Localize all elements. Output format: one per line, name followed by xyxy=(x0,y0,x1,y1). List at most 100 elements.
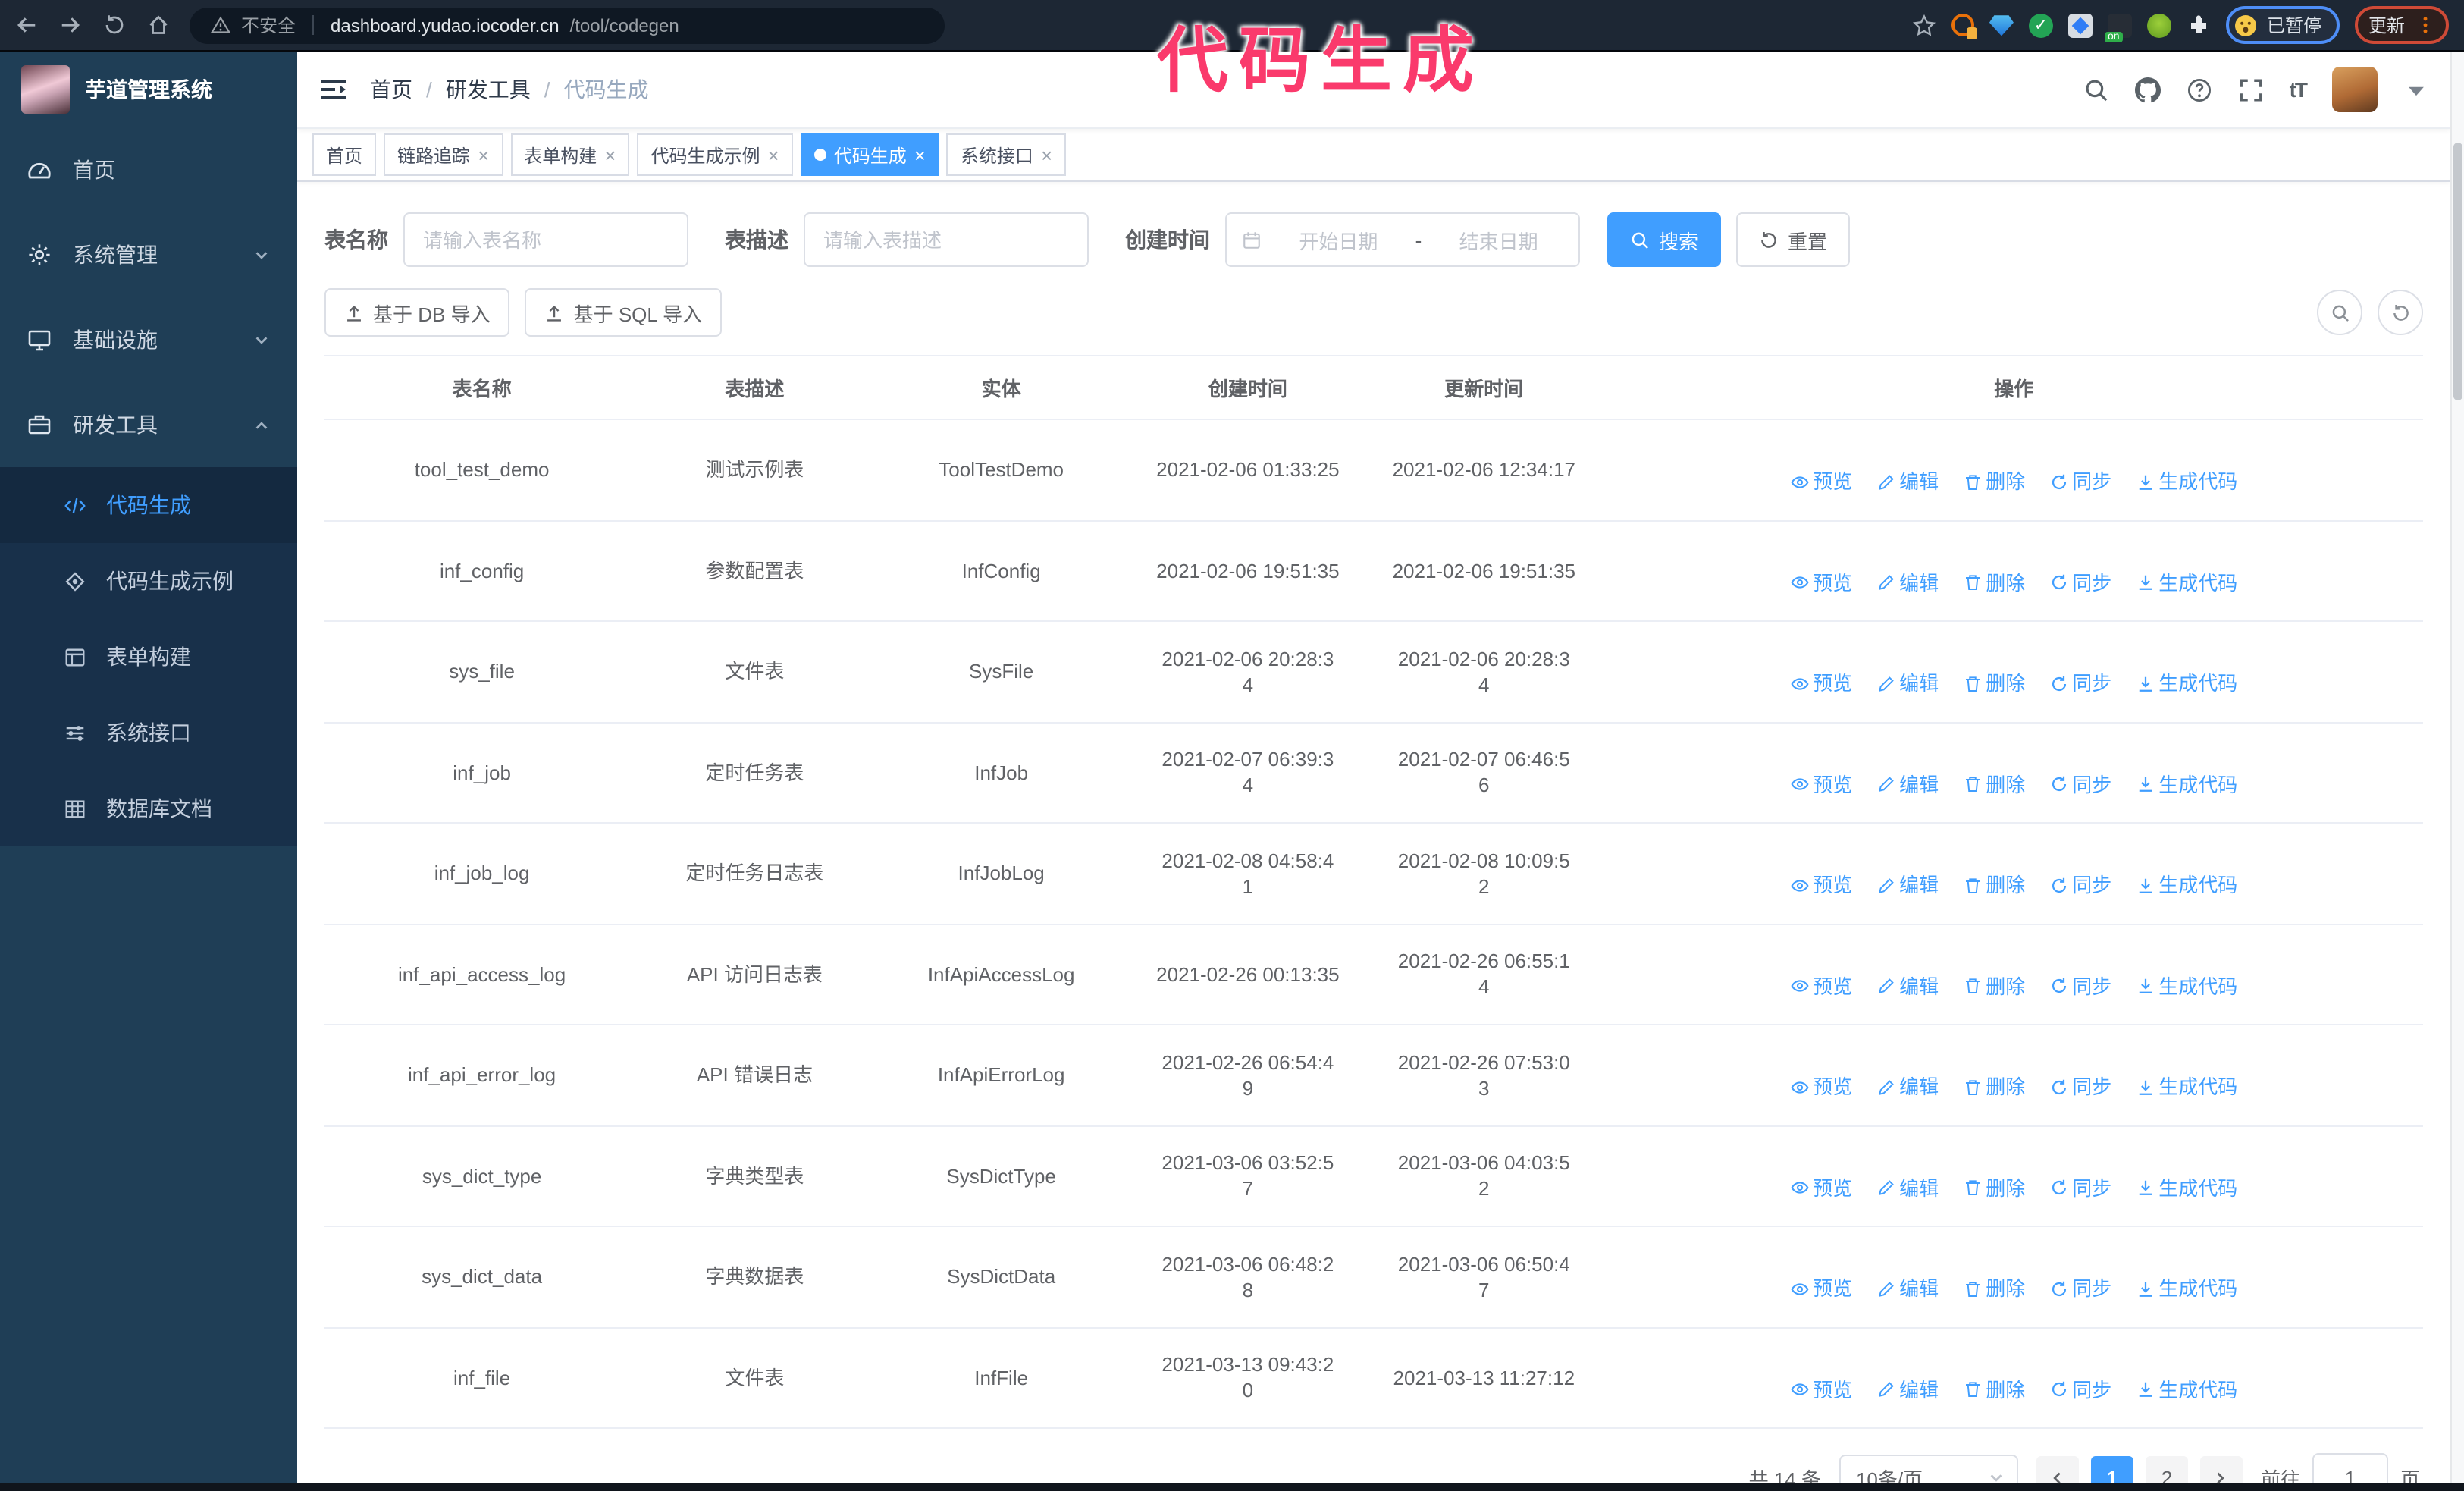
sync-link[interactable]: 同步 xyxy=(2049,570,2111,595)
scrollbar-thumb[interactable] xyxy=(2453,143,2462,400)
help-icon[interactable] xyxy=(2187,77,2212,102)
address-bar[interactable]: 不安全 dashboard.yudao.iocoder.cn/tool/code… xyxy=(190,7,945,43)
generate-code-link[interactable]: 生成代码 xyxy=(2136,1175,2237,1201)
sidebar-item-form-builder[interactable]: 表单构建 xyxy=(0,619,297,695)
sidebar-item-system-management[interactable]: 系统管理 xyxy=(0,212,297,297)
tab-system-api[interactable]: 系统接口 × xyxy=(946,133,1067,176)
preview-link[interactable]: 预览 xyxy=(1790,1276,1852,1301)
preview-link[interactable]: 预览 xyxy=(1790,469,1852,494)
tab-tracing[interactable]: 链路追踪 × xyxy=(384,133,503,176)
user-avatar[interactable] xyxy=(2332,67,2378,112)
sync-link[interactable]: 同步 xyxy=(2049,872,2111,898)
delete-link[interactable]: 删除 xyxy=(1963,771,2025,797)
close-icon[interactable]: × xyxy=(604,145,616,165)
extensions-puzzle-icon[interactable] xyxy=(2187,13,2211,37)
preview-link[interactable]: 预览 xyxy=(1790,1074,1852,1100)
edit-link[interactable]: 编辑 xyxy=(1876,1074,1939,1100)
search-button[interactable]: 搜索 xyxy=(1607,212,1722,267)
sidebar-toggle-hamburger-icon[interactable] xyxy=(318,74,349,105)
generate-code-link[interactable]: 生成代码 xyxy=(2136,469,2237,494)
extension-icon-grid-diamond[interactable] xyxy=(2067,13,2093,37)
delete-link[interactable]: 删除 xyxy=(1963,670,2025,696)
edit-link[interactable]: 编辑 xyxy=(1876,973,1939,999)
extension-icon-green-robot[interactable] xyxy=(2146,13,2171,37)
table-desc-input[interactable] xyxy=(804,212,1089,267)
home-icon[interactable] xyxy=(147,14,170,36)
sync-link[interactable]: 同步 xyxy=(2049,469,2111,494)
date-range-picker[interactable]: 开始日期 - 结束日期 xyxy=(1225,212,1580,267)
delete-link[interactable]: 删除 xyxy=(1963,1074,2025,1100)
preview-link[interactable]: 预览 xyxy=(1790,570,1852,595)
generate-code-link[interactable]: 生成代码 xyxy=(2136,670,2237,696)
extension-icon-blue-gem[interactable] xyxy=(1989,15,2014,36)
edit-link[interactable]: 编辑 xyxy=(1876,771,1939,797)
extension-icon-orange[interactable] xyxy=(1951,14,1977,39)
edit-link[interactable]: 编辑 xyxy=(1876,1175,1939,1201)
sidebar-item-codegen-example[interactable]: 代码生成示例 xyxy=(0,543,297,619)
sync-link[interactable]: 同步 xyxy=(2049,771,2111,797)
refresh-table-button[interactable] xyxy=(2378,290,2423,335)
text-size-icon[interactable]: tT xyxy=(2290,77,2308,102)
delete-link[interactable]: 删除 xyxy=(1963,973,2025,999)
import-db-button[interactable]: 基于 DB 导入 xyxy=(324,288,510,337)
reset-button[interactable]: 重置 xyxy=(1736,212,1851,267)
edit-link[interactable]: 编辑 xyxy=(1876,670,1939,696)
sync-link[interactable]: 同步 xyxy=(2049,973,2111,999)
preview-link[interactable]: 预览 xyxy=(1790,1376,1852,1402)
tab-codegen-example[interactable]: 代码生成示例 × xyxy=(637,133,793,176)
delete-link[interactable]: 删除 xyxy=(1963,1276,2025,1301)
paused-profile-chip[interactable]: 已暂停 xyxy=(2225,6,2340,44)
preview-link[interactable]: 预览 xyxy=(1790,1175,1852,1201)
toggle-search-button[interactable] xyxy=(2317,290,2362,335)
generate-code-link[interactable]: 生成代码 xyxy=(2136,973,2237,999)
sync-link[interactable]: 同步 xyxy=(2049,670,2111,696)
browser-update-button[interactable]: 更新 xyxy=(2354,6,2449,44)
preview-link[interactable]: 预览 xyxy=(1790,872,1852,898)
avatar-caret-down-icon[interactable] xyxy=(2403,77,2429,102)
sidebar-item-system-api[interactable]: 系统接口 xyxy=(0,695,297,771)
github-icon[interactable] xyxy=(2135,77,2161,102)
app-logo[interactable]: 芋道管理系统 xyxy=(0,52,297,127)
edit-link[interactable]: 编辑 xyxy=(1876,570,1939,595)
generate-code-link[interactable]: 生成代码 xyxy=(2136,570,2237,595)
extension-icon-dark-on[interactable] xyxy=(2104,13,2132,42)
sync-link[interactable]: 同步 xyxy=(2049,1175,2111,1201)
import-sql-button[interactable]: 基于 SQL 导入 xyxy=(525,288,723,337)
bookmark-star-icon[interactable] xyxy=(1912,13,1936,37)
edit-link[interactable]: 编辑 xyxy=(1876,872,1939,898)
delete-link[interactable]: 删除 xyxy=(1963,1175,2025,1201)
sidebar-item-dev-tools[interactable]: 研发工具 xyxy=(0,382,297,467)
generate-code-link[interactable]: 生成代码 xyxy=(2136,1276,2237,1301)
generate-code-link[interactable]: 生成代码 xyxy=(2136,1074,2237,1100)
table-name-input[interactable] xyxy=(403,212,688,267)
page-scrollbar[interactable] xyxy=(2450,52,2464,1483)
back-icon[interactable] xyxy=(15,14,38,36)
delete-link[interactable]: 删除 xyxy=(1963,469,2025,494)
edit-link[interactable]: 编辑 xyxy=(1876,1276,1939,1301)
forward-icon[interactable] xyxy=(59,14,82,36)
tab-form-builder[interactable]: 表单构建 × xyxy=(510,133,630,176)
sidebar-item-codegen[interactable]: 代码生成 xyxy=(0,467,297,543)
delete-link[interactable]: 删除 xyxy=(1963,1376,2025,1402)
sidebar-item-db-doc[interactable]: 数据库文档 xyxy=(0,771,297,846)
sync-link[interactable]: 同步 xyxy=(2049,1074,2111,1100)
delete-link[interactable]: 删除 xyxy=(1963,570,2025,595)
edit-link[interactable]: 编辑 xyxy=(1876,1376,1939,1402)
header-search-icon[interactable] xyxy=(2083,77,2109,102)
tab-codegen-active[interactable]: 代码生成 × xyxy=(800,133,939,176)
preview-link[interactable]: 预览 xyxy=(1790,670,1852,696)
edit-link[interactable]: 编辑 xyxy=(1876,469,1939,494)
fullscreen-icon[interactable] xyxy=(2238,77,2264,102)
breadcrumb-home[interactable]: 首页 xyxy=(370,74,412,105)
generate-code-link[interactable]: 生成代码 xyxy=(2136,1376,2237,1402)
close-icon[interactable]: × xyxy=(768,145,779,165)
sidebar-item-home[interactable]: 首页 xyxy=(0,127,297,212)
generate-code-link[interactable]: 生成代码 xyxy=(2136,872,2237,898)
sync-link[interactable]: 同步 xyxy=(2049,1376,2111,1402)
close-icon[interactable]: × xyxy=(1041,145,1052,165)
sync-link[interactable]: 同步 xyxy=(2049,1276,2111,1301)
close-icon[interactable]: × xyxy=(478,145,489,165)
sidebar-item-infrastructure[interactable]: 基础设施 xyxy=(0,297,297,382)
delete-link[interactable]: 删除 xyxy=(1963,872,2025,898)
close-icon[interactable]: × xyxy=(914,145,926,165)
